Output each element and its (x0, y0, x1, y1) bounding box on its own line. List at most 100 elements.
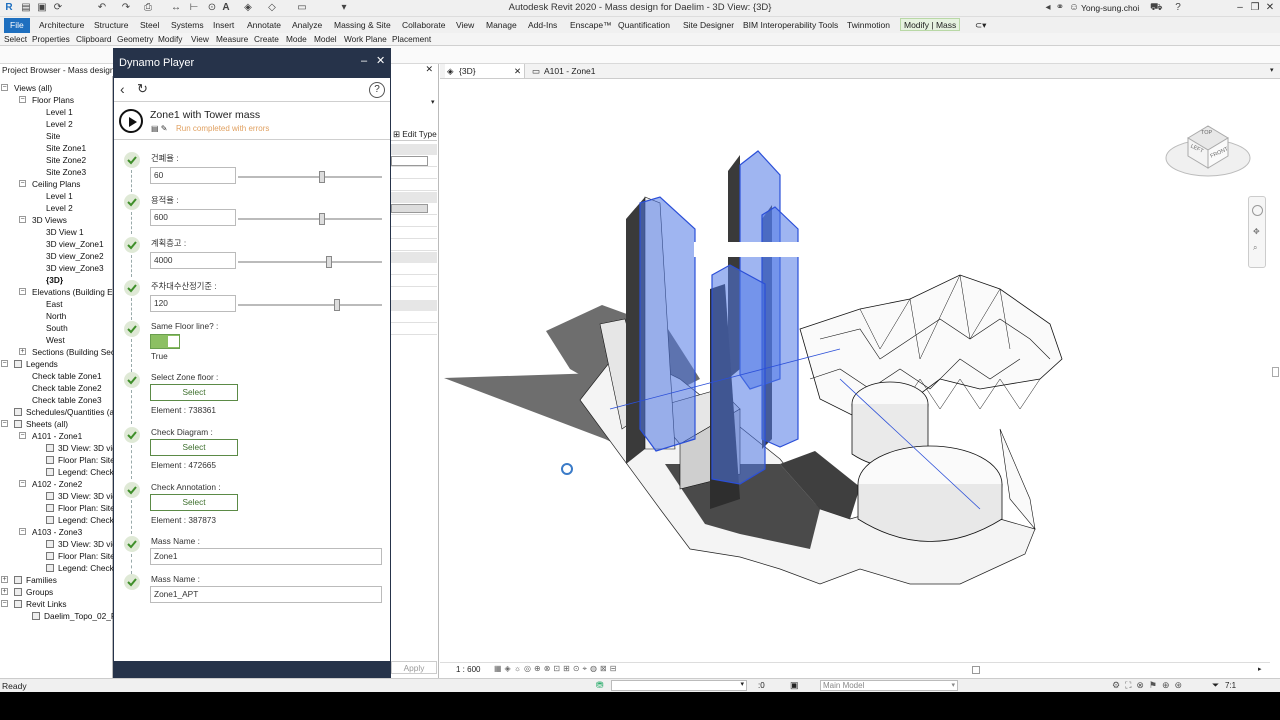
workset-dropdown[interactable]: ▾ (611, 680, 747, 691)
panel-modify[interactable]: Modify (158, 33, 182, 46)
tree-node[interactable]: North (46, 310, 66, 322)
tree-expander[interactable]: − (1, 600, 8, 607)
zoom-icon[interactable]: ⌕ (1253, 243, 1257, 253)
select-button[interactable]: Select (150, 384, 238, 401)
tree-node[interactable]: Check table Zone2 (32, 382, 102, 394)
tree-node[interactable]: Daelim_Topo_02_Fi (44, 610, 118, 622)
panel-model[interactable]: Model (314, 33, 337, 46)
tab-site-designer[interactable]: Site Designer (683, 19, 734, 32)
tree-node[interactable]: Floor Plan: Site (58, 454, 115, 466)
mass-name-input[interactable]: Zone1 (150, 548, 382, 565)
tab-view[interactable]: View (456, 19, 474, 32)
tree-node[interactable]: Sheets (all) (26, 418, 68, 430)
user-name[interactable]: Yong-sung.choi (1081, 3, 1139, 13)
tree-node[interactable]: West (46, 334, 65, 346)
back-icon[interactable]: ‹ (120, 81, 125, 97)
refresh-icon[interactable]: ↻ (137, 81, 148, 97)
tree-node[interactable]: Floor Plans (32, 94, 74, 106)
run-button[interactable] (119, 109, 143, 133)
tree-node[interactable]: Ceiling Plans (32, 178, 80, 190)
number-input[interactable]: 600 (150, 209, 236, 226)
tree-node[interactable]: {3D} (46, 274, 63, 286)
tab-quantification[interactable]: Quantification (618, 19, 670, 32)
view-cube[interactable]: TOP FRONT LEFT (1165, 120, 1251, 180)
input-slider[interactable] (238, 299, 382, 311)
user-icon[interactable]: ☺ (1068, 2, 1080, 14)
tab-structure[interactable]: Structure (94, 19, 129, 32)
tab-file[interactable]: File (4, 18, 30, 33)
tree-node[interactable]: Site Zone2 (46, 154, 86, 166)
tree-node[interactable]: 3D view_Zone1 (46, 238, 104, 250)
tree-expander[interactable]: − (19, 216, 26, 223)
tree-node[interactable]: Site (46, 130, 60, 142)
tree-node[interactable]: 3D View: 3D vie (58, 538, 117, 550)
filter-icon[interactable]: ⏷ (1212, 680, 1219, 691)
tree-node[interactable]: Site Zone1 (46, 142, 86, 154)
input-slider[interactable] (238, 256, 382, 268)
tree-expander[interactable]: + (1, 588, 8, 595)
tree-node[interactable]: Level 2 (46, 118, 73, 130)
tab-manage[interactable]: Manage (486, 19, 517, 32)
restore-button[interactable]: ❐ (1247, 1, 1263, 15)
panel-measure[interactable]: Measure (216, 33, 248, 46)
tab-systems[interactable]: Systems (171, 19, 204, 32)
tree-expander[interactable]: − (19, 432, 26, 439)
tree-expander[interactable]: − (1, 84, 8, 91)
tree-node[interactable]: Legend: Check t (58, 514, 118, 526)
tree-node[interactable]: Floor Plan: Site (58, 550, 115, 562)
view-scale[interactable]: 1 : 600 (456, 665, 480, 674)
tree-node[interactable]: 3D view_Zone3 (46, 262, 104, 274)
number-input[interactable]: 120 (150, 295, 236, 312)
properties-row[interactable] (391, 323, 437, 335)
tree-node[interactable]: A103 - Zone3 (32, 526, 82, 538)
tree-expander[interactable]: − (19, 528, 26, 535)
properties-row[interactable] (391, 311, 437, 323)
panel-placement[interactable]: Placement (392, 33, 431, 46)
tab-add-ins[interactable]: Add-Ins (528, 19, 557, 32)
tree-node[interactable]: 3D View 1 (46, 226, 84, 238)
tree-expander[interactable]: − (1, 420, 8, 427)
tree-node[interactable]: Check table Zone3 (32, 394, 102, 406)
tab-enscape[interactable]: Enscape™ (570, 19, 612, 32)
tree-node[interactable]: 3D View: 3D vie (58, 442, 117, 454)
tree-node[interactable]: Schedules/Quantities (a (26, 406, 114, 418)
vertical-scroll-thumb[interactable] (1272, 367, 1279, 377)
close-player-icon[interactable]: ✕ (376, 54, 385, 67)
input-slider[interactable] (238, 213, 382, 225)
tree-node[interactable]: Families (26, 574, 57, 586)
tree-node[interactable]: Groups (26, 586, 53, 598)
panel-view[interactable]: View (191, 33, 209, 46)
tree-node[interactable]: A102 - Zone2 (32, 478, 82, 490)
steering-wheel-icon[interactable] (1252, 205, 1263, 216)
tab-analyze[interactable]: Analyze (292, 19, 322, 32)
same-floor-toggle[interactable] (150, 334, 180, 349)
tree-expander[interactable]: − (1, 360, 8, 367)
properties-close-icon[interactable]: ✕ (391, 64, 437, 76)
tree-node[interactable]: Legend: Check t (58, 562, 118, 574)
tab-insert[interactable]: Insert (213, 19, 234, 32)
tree-node[interactable]: East (46, 298, 63, 310)
properties-row[interactable] (391, 167, 437, 179)
3d-model-canvas[interactable] (440, 79, 1280, 675)
tree-node[interactable]: 3D Views (32, 214, 67, 226)
panel-select[interactable]: Select (4, 33, 27, 46)
type-dropdown-icon[interactable]: ▾ (431, 98, 435, 106)
panel-properties[interactable]: Properties (32, 33, 70, 46)
tree-node[interactable]: A101 - Zone1 (32, 430, 82, 442)
tab-collaborate[interactable]: Collaborate (402, 19, 445, 32)
horizontal-scroll-thumb[interactable] (972, 666, 980, 674)
tree-node[interactable]: Elevations (Building Ele (32, 286, 119, 298)
tab-list-icon[interactable]: ▾ (1270, 64, 1274, 78)
panel-work-plane[interactable]: Work Plane (344, 33, 387, 46)
close-tab-icon[interactable]: ✕ (514, 64, 521, 78)
slider-knob[interactable] (319, 213, 325, 225)
slider-knob[interactable] (319, 171, 325, 183)
help-icon[interactable]: ? (369, 82, 385, 98)
tree-expander[interactable]: − (19, 288, 26, 295)
number-input[interactable]: 60 (150, 167, 236, 184)
mass-name-input[interactable]: Zone1_APT (150, 586, 382, 603)
minimize-player-icon[interactable]: – (361, 55, 367, 67)
tree-node[interactable]: Level 2 (46, 202, 73, 214)
design-options-icon[interactable]: ▣ (790, 680, 799, 691)
binoculars-icon[interactable]: ⚭ (1054, 2, 1066, 14)
